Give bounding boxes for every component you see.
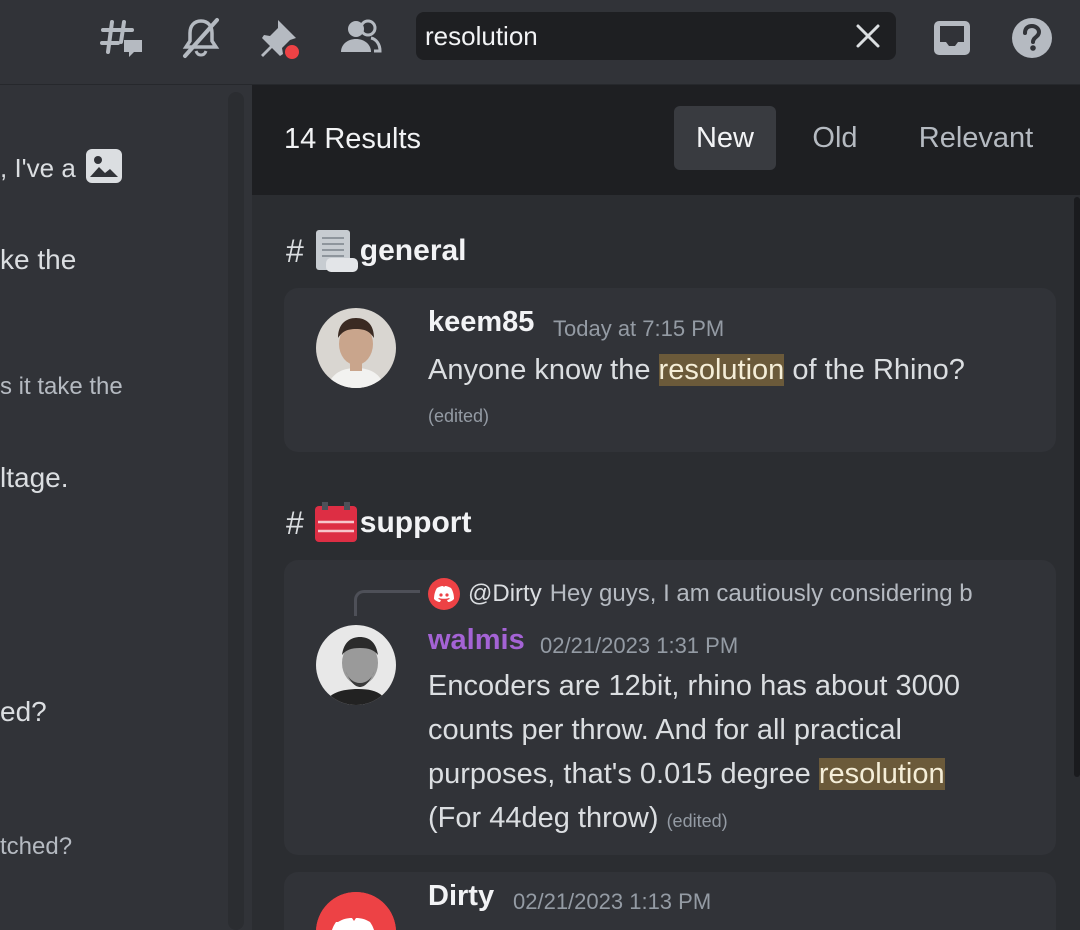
mute-bell-icon[interactable] [179,16,223,60]
tab-relevant[interactable]: Relevant [900,106,1052,170]
pin-icon[interactable] [258,16,302,60]
search-result-card[interactable]: keem85 Today at 7:15 PM Anyone know the … [284,288,1056,452]
search-highlight: resolution [658,354,785,386]
clear-search-icon[interactable] [854,22,882,50]
search-highlight: resolution [818,758,945,790]
results-scrollbar[interactable] [1074,197,1080,777]
message-text-part: Anyone know the [428,354,659,386]
message-text-part: purposes, that's 0.015 degree [428,758,819,790]
chat-messages-pane: , I've a ke the s it take the ltage. ed?… [0,86,252,930]
hash-icon: # [286,504,304,541]
reply-connector [354,590,420,616]
tab-new[interactable]: New [674,106,776,170]
chat-scrollbar[interactable] [228,92,244,930]
channel-link-support[interactable]: # support [286,502,472,544]
message-text-part: (For 44deg throw) [428,802,659,834]
message-text-part: of the Rhino? [784,354,965,386]
toolbox-emoji-icon [314,502,358,544]
message-line: counts per throw. And for all practical [428,714,902,746]
username[interactable]: Dirty [428,880,494,913]
timestamp: Today at 7:15 PM [553,316,725,341]
message-line: (For 44deg throw) (edited) [428,796,960,843]
message-fragment: s it take the [0,373,123,400]
username[interactable]: walmis [428,624,525,657]
search-result-card[interactable]: Dirty 02/21/2023 1:13 PM [284,872,1056,930]
message-fragment: ltage. [0,462,69,493]
username[interactable]: keem85 [428,306,534,339]
search-bar[interactable] [416,12,896,60]
search-input[interactable] [416,12,846,60]
message-text: Encoders are 12bit, rhino has about 3000… [428,664,960,843]
results-header: 14 Results New Old Relevant [252,85,1080,195]
search-result-card[interactable]: @Dirty Hey guys, I am cautiously conside… [284,560,1056,855]
message-fragment: tched? [0,833,73,860]
edited-label: (edited) [428,406,490,426]
search-results-panel: 14 Results New Old Relevant # general ke… [252,85,1080,930]
page-emoji-icon [314,230,358,272]
inbox-icon[interactable] [930,16,974,60]
image-attachment-icon[interactable] [86,149,122,183]
discord-logo-icon [428,578,460,610]
timestamp: 02/21/2023 1:13 PM [513,889,712,914]
timestamp: 02/21/2023 1:31 PM [540,633,739,658]
message-text: Anyone know the resolution of the Rhino? [428,348,965,392]
channel-link-general[interactable]: # general [286,230,467,272]
channel-name: general [359,234,467,267]
reply-text: Hey guys, I am cautiously considering b [549,580,973,607]
message-fragment: ke the [0,244,77,275]
message-line: Encoders are 12bit, rhino has about 3000 [428,670,961,702]
threads-icon[interactable] [100,16,144,60]
reply-author[interactable]: @Dirty [468,580,542,608]
avatar[interactable] [316,308,396,388]
message-line: purposes, that's 0.015 degree resolution [428,752,960,796]
edited-label: (edited) [666,811,728,831]
hash-icon: # [286,232,304,269]
avatar[interactable] [316,625,396,705]
members-icon[interactable] [338,16,382,60]
avatar[interactable] [316,892,396,930]
message-fragment: ed? [0,696,47,727]
channel-header-toolbar [0,0,1080,85]
results-count: 14 Results [284,123,422,155]
tab-old[interactable]: Old [792,106,878,170]
reply-preview[interactable]: @Dirty Hey guys, I am cautiously conside… [428,578,1048,610]
channel-name: support [359,506,472,539]
message-fragment: , I've a [0,153,76,183]
help-icon[interactable] [1010,16,1054,60]
